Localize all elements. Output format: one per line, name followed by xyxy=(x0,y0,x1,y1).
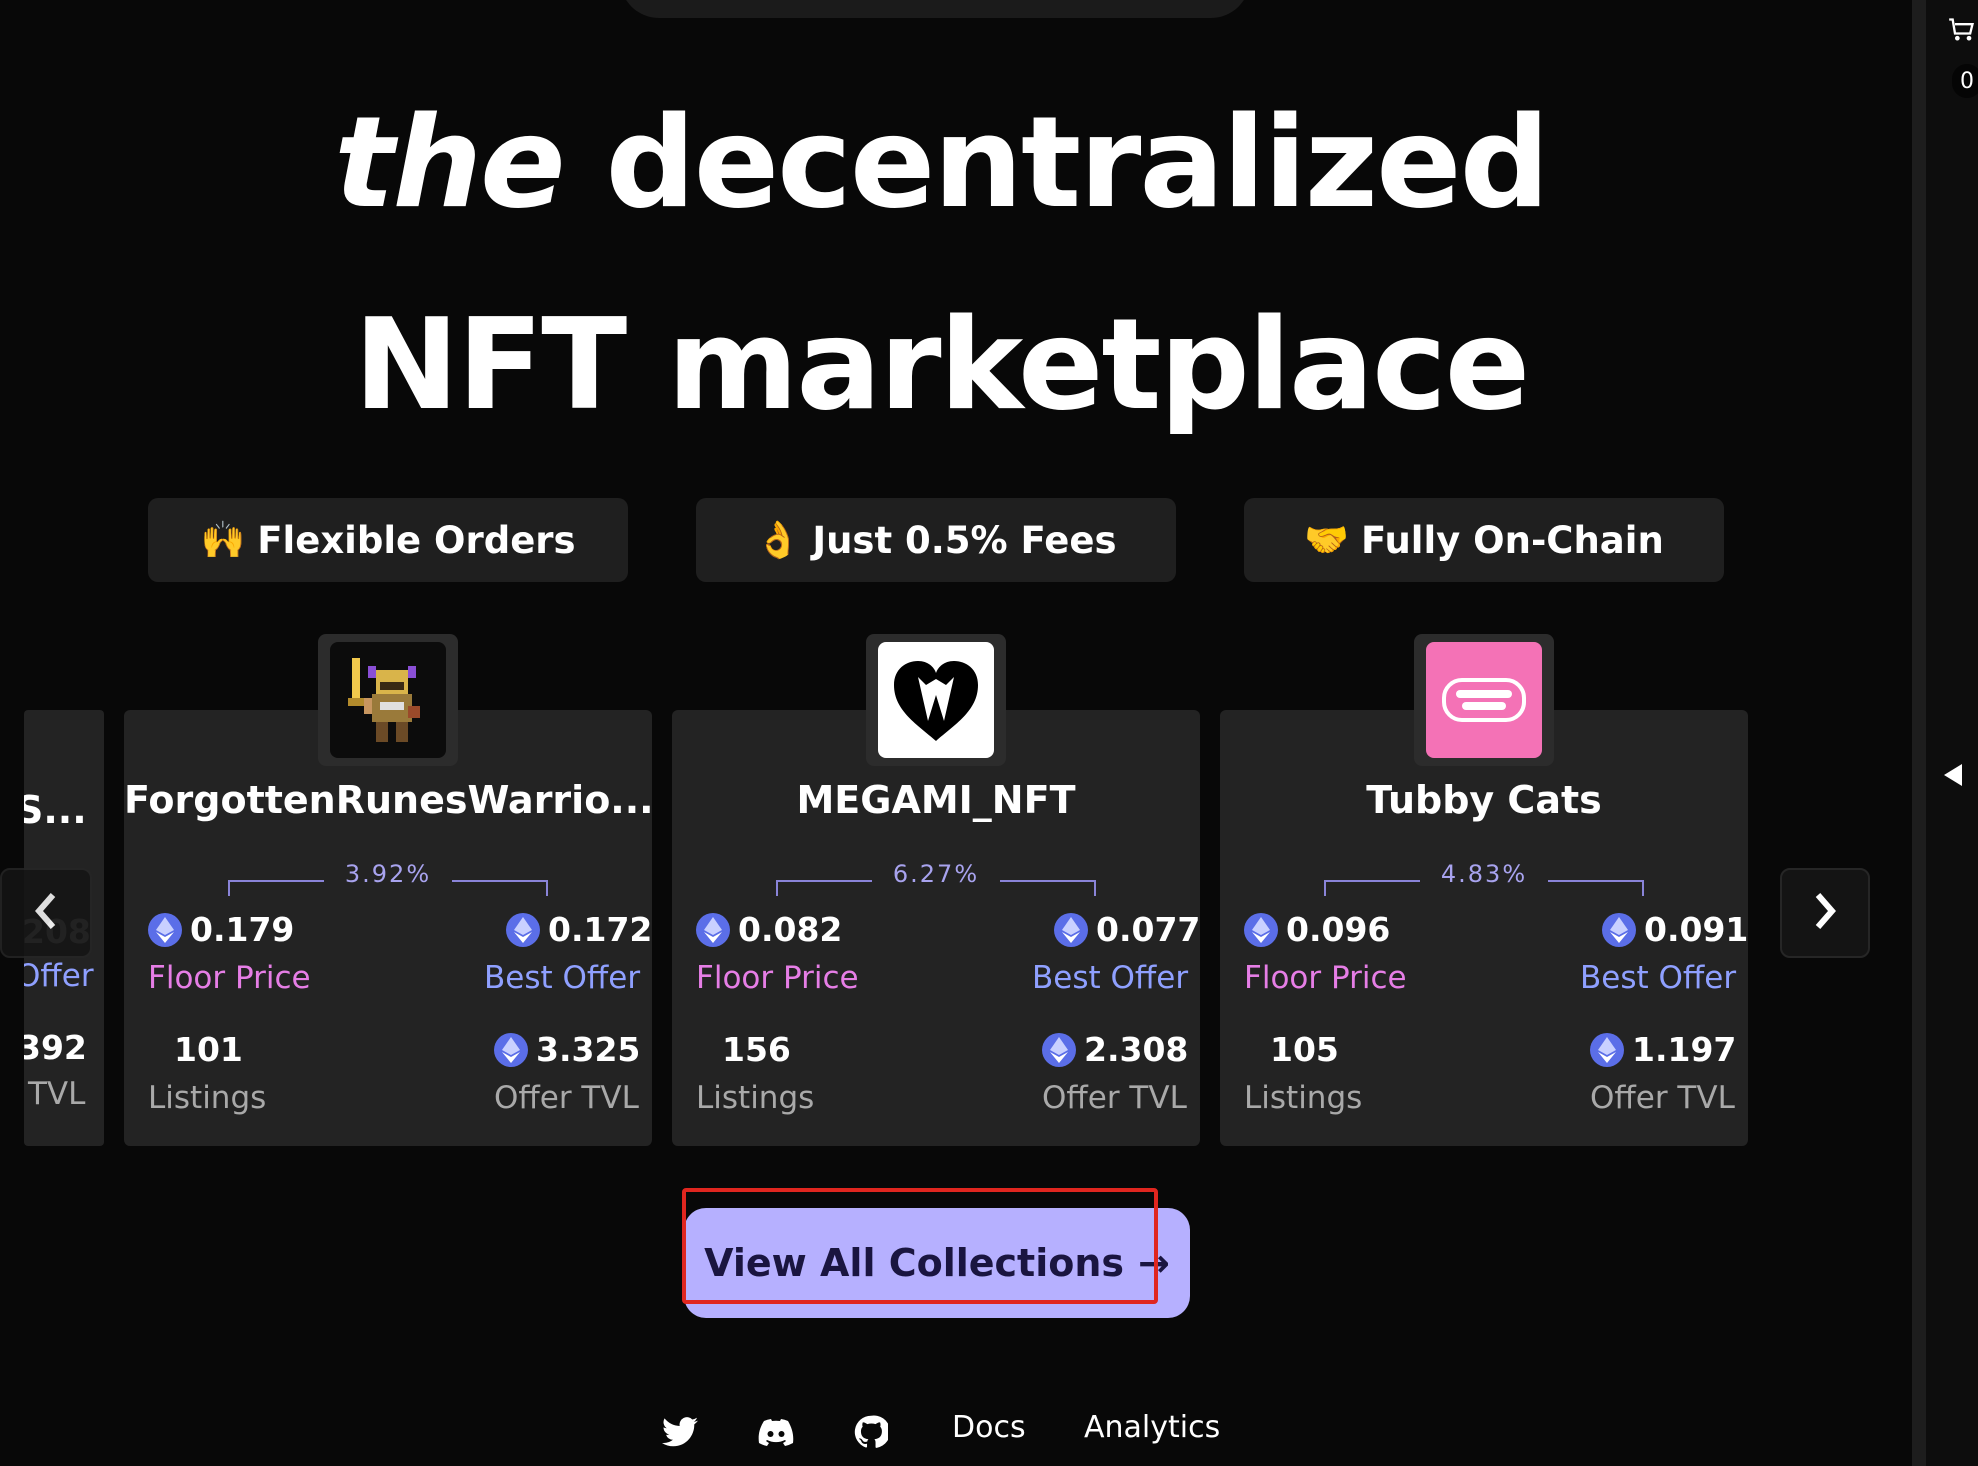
ethereum-icon xyxy=(696,912,730,947)
github-icon xyxy=(854,1415,891,1453)
megami-logo-icon xyxy=(878,642,994,758)
highlight-box xyxy=(682,1188,1158,1304)
collapse-arrow-icon[interactable] xyxy=(1942,762,1964,792)
feature-on-chain: 🤝 Fully On-Chain xyxy=(1244,498,1724,582)
listings-value: 101 xyxy=(174,1030,243,1069)
offer-tvl: 3.325 xyxy=(494,1030,640,1069)
tubby-cats-logo-icon xyxy=(1426,642,1542,758)
github-link[interactable] xyxy=(854,1408,891,1460)
floor-price-label: Floor Price xyxy=(696,960,859,996)
collection-name[interactable]: ForgottenRunesWarrio... xyxy=(124,778,654,822)
offer-tvl-label: Offer TVL xyxy=(1590,1080,1735,1116)
floor-price-label: Floor Price xyxy=(1244,960,1407,996)
best-offer-label: Best Offer xyxy=(1032,960,1189,996)
warrior-avatar-icon xyxy=(330,642,446,758)
cart-count-badge: 0 xyxy=(1952,64,1978,98)
collection-avatar-frame xyxy=(1414,634,1554,766)
best-offer-label: Best Offer xyxy=(1580,960,1737,996)
analytics-link[interactable]: Analytics xyxy=(1084,1410,1220,1445)
best-offer: 0.077 xyxy=(1054,910,1200,949)
floor-price: 0.179 xyxy=(148,910,294,949)
floor-price-value: 0.082 xyxy=(738,910,843,949)
best-offer: 0.091 xyxy=(1602,910,1748,949)
feature-label: Flexible Orders xyxy=(257,518,576,562)
listings-label: Listings xyxy=(1244,1080,1363,1116)
offer-tvl-value: 2.308 xyxy=(1084,1030,1189,1069)
best-offer: 0.172 xyxy=(506,910,652,949)
discord-link[interactable] xyxy=(758,1408,794,1460)
ethereum-icon xyxy=(1602,912,1636,947)
percent-value: 3.92% xyxy=(344,860,432,888)
offer-tvl-value: 1.197 xyxy=(1632,1030,1737,1069)
collection-name[interactable]: Tubby Cats xyxy=(1220,778,1748,822)
listings-label: Listings xyxy=(148,1080,267,1116)
offer-tvl-value: 392 xyxy=(24,1028,87,1067)
ethereum-icon xyxy=(1590,1032,1624,1067)
offer-tvl: 1.197 xyxy=(1590,1030,1736,1069)
cart-icon[interactable] xyxy=(1948,16,1976,48)
offer-tvl-value: 3.325 xyxy=(536,1030,641,1069)
collection-name: S... xyxy=(24,788,87,832)
percent-change: 3.92% xyxy=(124,860,652,900)
percent-value: 6.27% xyxy=(892,860,980,888)
listings-value: 105 xyxy=(1270,1030,1339,1069)
listings-label: Listings xyxy=(696,1080,815,1116)
offer-tvl-label: TVL xyxy=(28,1076,86,1112)
ethereum-icon xyxy=(1244,912,1278,947)
discord-icon xyxy=(758,1418,794,1450)
ok-hand-icon: 👌 xyxy=(755,520,801,561)
carousel-next-button[interactable] xyxy=(1780,868,1870,958)
offer-tvl-label: Offer TVL xyxy=(1042,1080,1187,1116)
chevron-left-icon xyxy=(31,891,61,935)
carousel-prev-button[interactable] xyxy=(0,868,92,958)
handshake-icon: 🤝 xyxy=(1304,520,1350,561)
ethereum-icon xyxy=(506,912,540,947)
best-offer-value: 0.077 xyxy=(1096,910,1201,949)
top-navigation-pill xyxy=(620,0,1250,18)
floor-price-value: 0.179 xyxy=(190,910,295,949)
percent-change: 4.83% xyxy=(1220,860,1748,900)
floor-price: 0.082 xyxy=(696,910,842,949)
percent-bracket-right xyxy=(1000,880,1096,896)
floor-price: 0.096 xyxy=(1244,910,1390,949)
ethereum-icon xyxy=(494,1032,528,1067)
feature-label: Fully On-Chain xyxy=(1361,518,1664,562)
ethereum-icon xyxy=(1042,1032,1076,1067)
twitter-icon xyxy=(662,1417,698,1451)
feature-fees: 👌 Just 0.5% Fees xyxy=(696,498,1176,582)
offer-tvl-label: Offer TVL xyxy=(494,1080,639,1116)
percent-value: 4.83% xyxy=(1440,860,1528,888)
side-panel xyxy=(1926,0,1978,1466)
twitter-link[interactable] xyxy=(662,1408,698,1460)
best-offer-label: Offer xyxy=(24,958,94,994)
percent-bracket-right xyxy=(1548,880,1644,896)
hero-title-word: decentralized xyxy=(605,89,1550,236)
hero-title-line-1: the decentralized xyxy=(0,88,1882,238)
page-scrollbar[interactable] xyxy=(1912,0,1926,1466)
collection-avatar-frame xyxy=(318,634,458,766)
ethereum-icon xyxy=(1054,912,1088,947)
listings-value: 156 xyxy=(722,1030,791,1069)
feature-flexible-orders: 🙌 Flexible Orders xyxy=(148,498,628,582)
best-offer-value: 0.172 xyxy=(548,910,653,949)
best-offer-label: Best Offer xyxy=(484,960,641,996)
collection-avatar-frame xyxy=(866,634,1006,766)
docs-link[interactable]: Docs xyxy=(952,1410,1026,1445)
feature-label: Just 0.5% Fees xyxy=(812,518,1117,562)
floor-price-label: Floor Price xyxy=(148,960,311,996)
offer-tvl: 2.308 xyxy=(1042,1030,1188,1069)
ethereum-icon xyxy=(148,912,182,947)
collection-name[interactable]: MEGAMI_NFT xyxy=(672,778,1200,822)
percent-bracket-right xyxy=(452,880,548,896)
raised-hands-icon: 🙌 xyxy=(200,520,246,561)
floor-price-value: 0.096 xyxy=(1286,910,1391,949)
best-offer-value: 0.091 xyxy=(1644,910,1749,949)
chevron-right-icon xyxy=(1810,891,1840,935)
percent-change: 6.27% xyxy=(672,860,1200,900)
hero-title-line-2: NFT marketplace xyxy=(353,291,1530,438)
hero-title-italic: the xyxy=(334,89,565,236)
